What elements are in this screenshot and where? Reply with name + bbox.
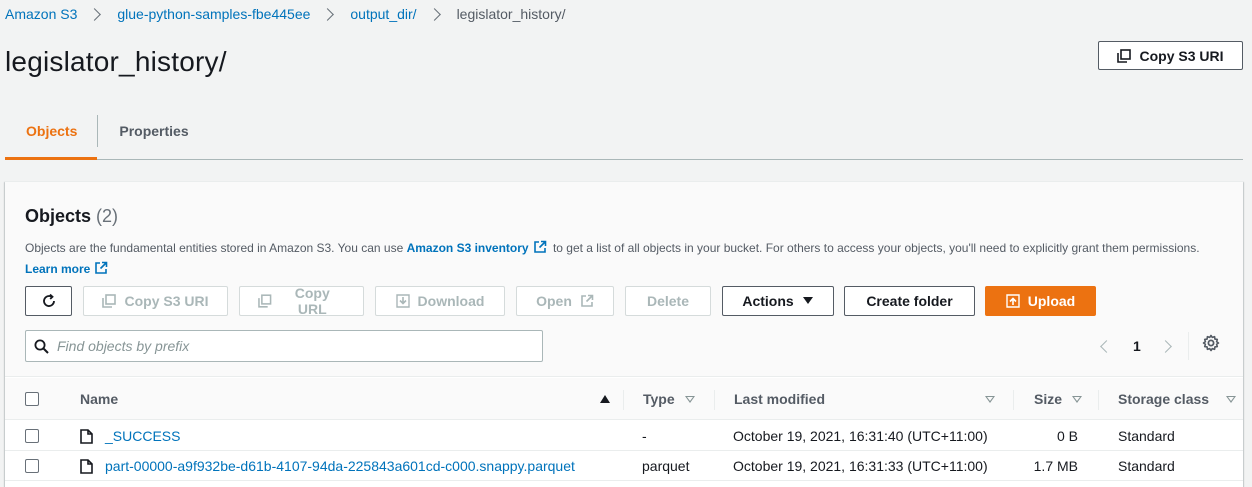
type-cell: - <box>642 428 647 444</box>
copy-icon <box>1117 48 1132 63</box>
breadcrumb-link-folder[interactable]: output_dir/ <box>350 6 416 22</box>
download-icon <box>395 294 410 308</box>
column-divider <box>1098 390 1099 410</box>
chevron-right-icon[interactable] <box>1158 339 1172 353</box>
column-storage-class-label: Storage class <box>1118 391 1210 407</box>
chevron-right-icon <box>427 7 441 21</box>
storage-class-cell: Standard <box>1118 458 1175 474</box>
actions-dropdown-button[interactable]: Actions <box>722 286 834 316</box>
breadcrumb-link-amazon-s3[interactable]: Amazon S3 <box>5 6 77 22</box>
page-title: legislator_history/ <box>5 46 227 77</box>
objects-description: Objects are the fundamental entities sto… <box>25 238 1205 280</box>
inventory-link[interactable]: Amazon S3 inventory <box>407 241 529 255</box>
column-name-label: Name <box>80 391 119 407</box>
column-size-label: Size <box>1034 391 1063 407</box>
object-link[interactable]: _SUCCESS <box>105 428 180 444</box>
tab-properties[interactable]: Properties <box>98 112 208 159</box>
sort-icon <box>1226 395 1236 403</box>
size-cell: 0 B <box>1056 428 1078 444</box>
download-label: Download <box>417 293 485 309</box>
file-icon <box>80 458 93 474</box>
column-divider <box>623 390 624 410</box>
object-link[interactable]: part-00000-a9f932be-d61b-4107-94da-22584… <box>105 458 575 474</box>
name-cell: _SUCCESS <box>80 421 180 451</box>
description-text: Objects are the fundamental entities sto… <box>25 241 407 255</box>
column-header-size[interactable]: Size <box>1034 378 1090 420</box>
upload-icon <box>1006 294 1020 308</box>
table-header: Name Type Last modified Size Storage cla… <box>5 378 1243 420</box>
table-row: _SUCCESS - October 19, 2021, 16:31:40 (U… <box>5 421 1243 451</box>
tab-bar: Objects Properties <box>5 112 1243 160</box>
delete-button[interactable]: Delete <box>625 286 711 316</box>
chevron-right-icon <box>321 7 335 21</box>
pagination: 1 <box>1097 332 1172 360</box>
column-header-type[interactable]: Type <box>643 378 713 420</box>
breadcrumb-link-bucket[interactable]: glue-python-samples-fbe445ee <box>117 6 310 22</box>
copy-s3-uri-label: Copy S3 URI <box>1139 47 1224 64</box>
chevron-left-icon[interactable] <box>1100 339 1113 353</box>
table-row: part-00000-a9f932be-d61b-4107-94da-22584… <box>5 451 1243 481</box>
learn-more-link[interactable]: Learn more <box>25 262 90 276</box>
sort-ascending-icon <box>600 395 610 403</box>
gear-icon[interactable] <box>1202 334 1220 352</box>
external-link-icon <box>95 261 108 274</box>
type-cell: parquet <box>642 458 690 474</box>
refresh-button[interactable] <box>25 286 72 316</box>
objects-title-label: Objects <box>25 206 92 226</box>
description-text-2: to get a list of all objects in your buc… <box>549 241 1200 255</box>
storage-class-cell: Standard <box>1118 428 1175 444</box>
select-all-checkbox[interactable] <box>25 392 39 406</box>
search-box <box>25 330 543 362</box>
copy-url-label: Copy URL <box>294 285 330 317</box>
external-link-icon <box>581 294 594 307</box>
column-header-storage-class[interactable]: Storage class <box>1118 378 1236 420</box>
copy-s3-uri-toolbar-button[interactable]: Copy S3 URI <box>83 286 228 316</box>
caret-down-icon <box>802 297 813 304</box>
create-folder-label: Create folder <box>866 293 953 309</box>
objects-panel: Objects (2) Objects are the fundamental … <box>5 181 1243 487</box>
pager-divider <box>1188 332 1189 360</box>
open-button[interactable]: Open <box>516 286 614 316</box>
sort-icon <box>985 395 995 403</box>
copy-s3-uri-toolbar-label: Copy S3 URI <box>124 293 209 309</box>
column-header-last-modified[interactable]: Last modified <box>734 378 995 420</box>
file-icon <box>80 428 93 444</box>
column-last-modified-label: Last modified <box>734 391 826 407</box>
objects-count: (2) <box>96 206 119 226</box>
search-icon <box>34 339 49 354</box>
last-modified-cell: October 19, 2021, 16:31:40 (UTC+11:00) <box>733 428 988 444</box>
refresh-icon <box>42 293 55 307</box>
row-checkbox[interactable] <box>25 459 39 473</box>
create-folder-button[interactable]: Create folder <box>844 286 975 316</box>
upload-label: Upload <box>1027 293 1076 309</box>
breadcrumb: Amazon S3 glue-python-samples-fbe445ee o… <box>5 6 566 22</box>
chevron-right-icon <box>88 7 102 21</box>
name-cell: part-00000-a9f932be-d61b-4107-94da-22584… <box>80 451 575 481</box>
download-button[interactable]: Download <box>375 286 505 316</box>
delete-label: Delete <box>646 293 690 309</box>
sort-icon <box>684 395 695 403</box>
row-checkbox[interactable] <box>25 429 39 443</box>
last-modified-cell: October 19, 2021, 16:31:33 (UTC+11:00) <box>733 458 988 474</box>
copy-icon <box>102 294 117 308</box>
page-number[interactable]: 1 <box>1133 338 1141 354</box>
copy-s3-uri-button[interactable]: Copy S3 URI <box>1098 41 1243 70</box>
actions-label: Actions <box>742 293 794 309</box>
copy-url-button[interactable]: Copy URL <box>239 285 364 317</box>
upload-button[interactable]: Upload <box>985 286 1096 316</box>
size-cell: 1.7 MB <box>1033 458 1078 474</box>
search-input[interactable] <box>57 338 527 354</box>
copy-icon <box>258 294 272 308</box>
tab-objects[interactable]: Objects <box>5 112 98 160</box>
sort-icon <box>1072 395 1083 403</box>
column-type-label: Type <box>643 391 675 407</box>
column-divider <box>714 390 715 410</box>
external-link-icon <box>533 240 546 253</box>
objects-panel-header: Objects (2) Objects are the fundamental … <box>5 182 1243 377</box>
column-divider <box>1013 390 1014 410</box>
open-label: Open <box>536 293 572 309</box>
objects-panel-title: Objects (2) <box>25 206 118 227</box>
column-header-name[interactable]: Name <box>80 378 610 420</box>
breadcrumb-current: legislator_history/ <box>456 6 566 22</box>
